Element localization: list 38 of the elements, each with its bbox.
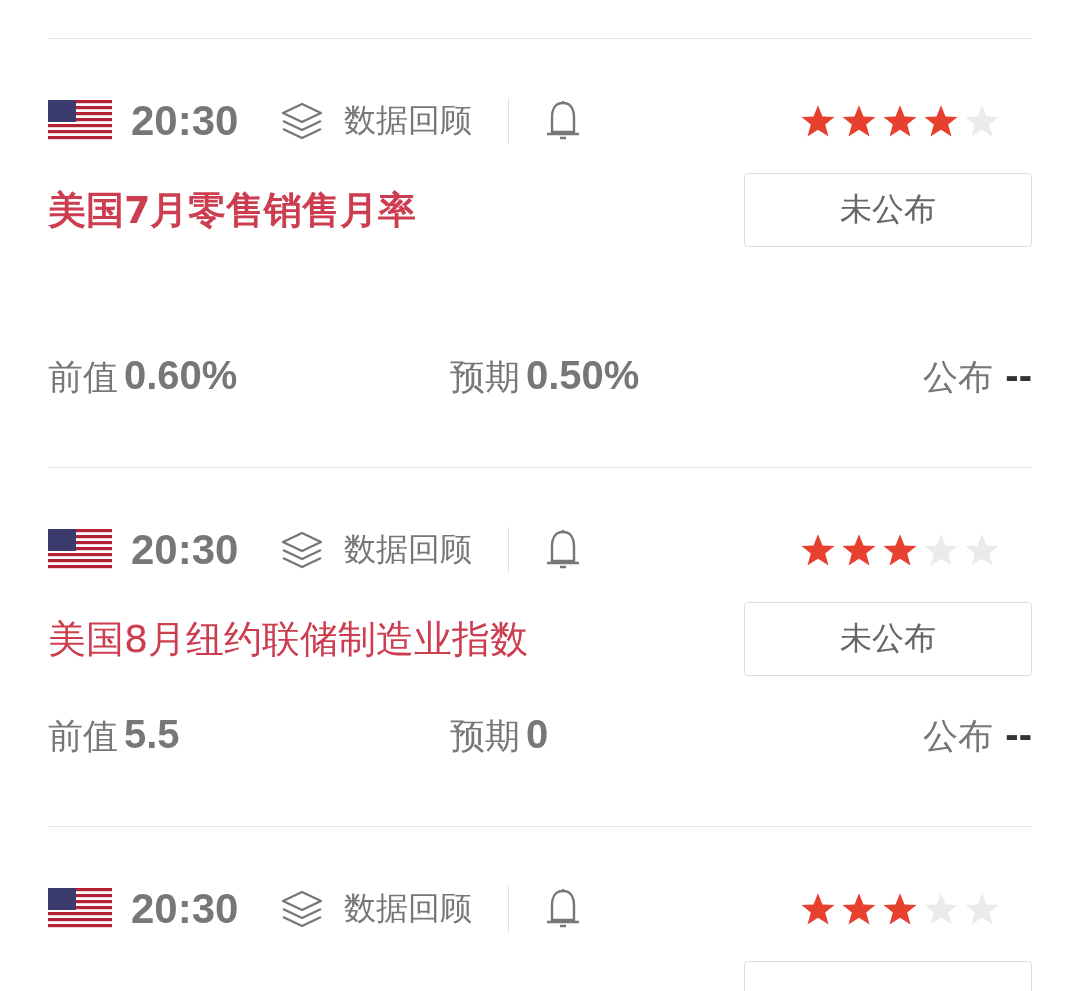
- value-label: 前值: [48, 715, 118, 758]
- value-number: --: [1005, 353, 1032, 398]
- event-time: 20:30: [131, 97, 239, 145]
- layers-icon[interactable]: [280, 101, 325, 141]
- value-label: 前值: [48, 356, 118, 399]
- flag-icon: [48, 888, 112, 930]
- value-label: 公布: [923, 356, 994, 399]
- event-time: 20:30: [131, 885, 239, 933]
- star-icon: [882, 891, 918, 927]
- star-icon: [800, 532, 836, 568]
- star-icon: [841, 891, 877, 927]
- value-label: 预期: [450, 356, 520, 399]
- data-review-link[interactable]: 数据回顾: [344, 528, 473, 572]
- flag-icon: [48, 100, 112, 142]
- value-label: 预期: [450, 715, 520, 758]
- star-icon: [841, 532, 877, 568]
- star-icon: [841, 103, 877, 139]
- value-label: 公布: [923, 715, 994, 758]
- star-icon: [882, 103, 918, 139]
- data-review-link[interactable]: 数据回顾: [344, 887, 473, 931]
- status-button[interactable]: 未公布: [744, 602, 1032, 676]
- value-number: 0: [526, 712, 549, 757]
- value-number: 0.60%: [124, 353, 238, 398]
- event-title[interactable]: 美国8月纽约联储制造业指数: [48, 613, 529, 665]
- data-review-link[interactable]: 数据回顾: [344, 99, 473, 143]
- value-number: --: [1005, 712, 1032, 757]
- event-title[interactable]: 美国7月零售销售月率: [48, 184, 417, 236]
- layers-icon[interactable]: [280, 530, 325, 570]
- star-icon: [923, 103, 959, 139]
- status-button[interactable]: 未公布: [744, 173, 1032, 247]
- star-icon: [800, 891, 836, 927]
- value-number: 0.50%: [526, 353, 640, 398]
- layers-icon[interactable]: [280, 889, 325, 929]
- star-icon: [800, 103, 836, 139]
- value-number: 5.5: [124, 712, 180, 757]
- event-time: 20:30: [131, 526, 239, 574]
- star-icon: [882, 532, 918, 568]
- flag-icon: [48, 529, 112, 571]
